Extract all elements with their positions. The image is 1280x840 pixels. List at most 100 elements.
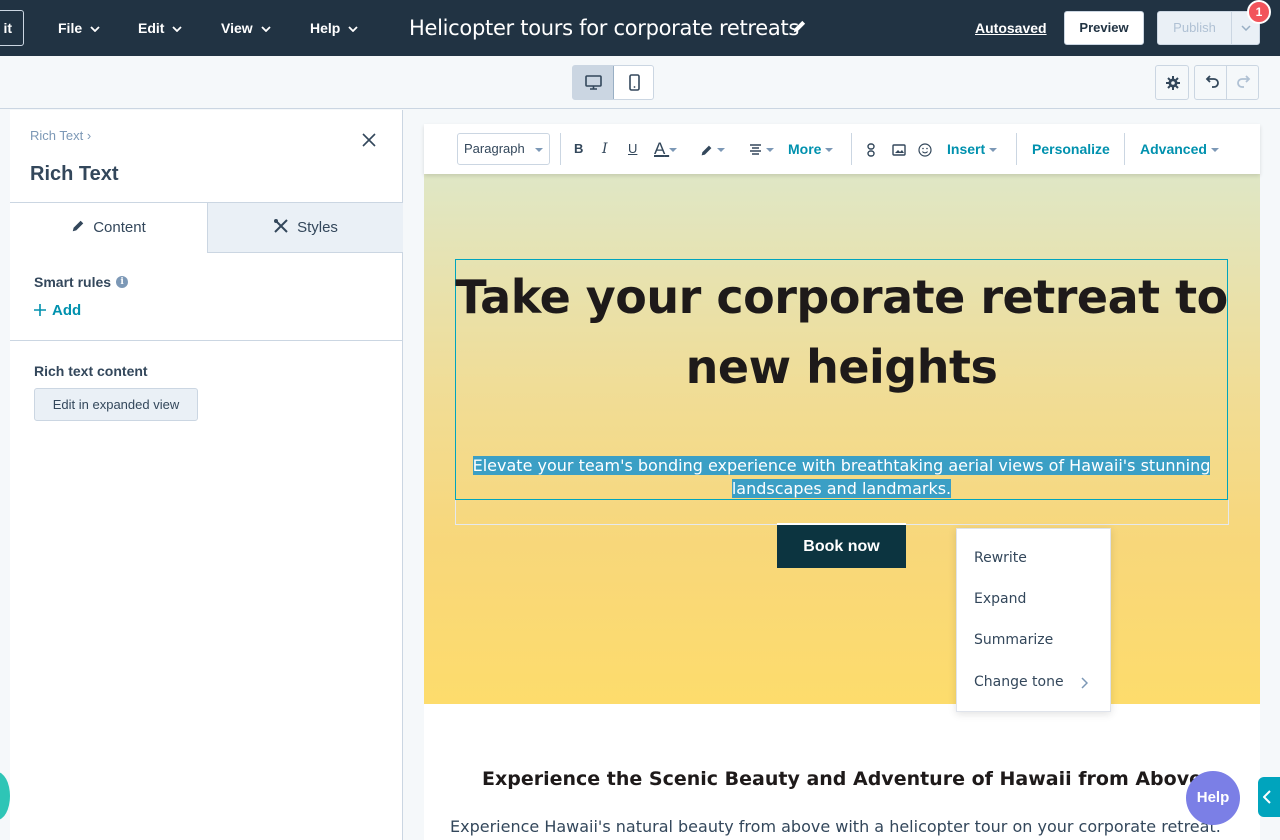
highlighter-icon xyxy=(701,145,712,156)
advanced-label: Advanced xyxy=(1140,141,1207,157)
link-icon xyxy=(867,143,875,157)
menu-item-summarize[interactable]: Summarize xyxy=(974,632,1053,648)
caret-down-icon xyxy=(669,147,678,152)
divider xyxy=(10,340,403,341)
align-center-icon xyxy=(750,144,761,155)
menu-view[interactable]: View xyxy=(221,0,271,56)
module-sidebar: Rich Text › Rich Text Content Styles Sma… xyxy=(10,110,403,840)
help-button[interactable]: Help xyxy=(1186,771,1240,825)
smart-rules-text: Smart rules xyxy=(34,274,112,290)
menu-help-label: Help xyxy=(310,20,341,36)
info-icon[interactable]: i xyxy=(116,276,129,289)
toolbar-separator xyxy=(851,133,852,165)
link-button[interactable] xyxy=(867,124,875,174)
device-view-toggle xyxy=(572,65,654,100)
hero-heading[interactable]: Take your corporate retreat to new heigh… xyxy=(455,262,1228,402)
hero-subheading[interactable]: Elevate your team's bonding experience w… xyxy=(455,454,1228,500)
undo-button[interactable] xyxy=(1194,65,1227,100)
desktop-view-button[interactable] xyxy=(573,66,614,99)
publish-button[interactable]: Publish xyxy=(1157,11,1232,45)
chevron-down-icon xyxy=(261,26,271,33)
editor-subtoolbar xyxy=(0,56,1280,109)
image-icon xyxy=(892,144,906,156)
menu-edit-label: Edit xyxy=(138,20,165,36)
edit-title-pencil-icon[interactable] xyxy=(792,19,807,34)
caret-down-icon xyxy=(765,148,774,153)
settings-button[interactable] xyxy=(1155,65,1189,100)
image-button[interactable] xyxy=(892,124,906,174)
bold-button[interactable]: B xyxy=(574,124,583,174)
preview-button[interactable]: Preview xyxy=(1064,11,1144,45)
document-title[interactable]: Helicopter tours for corporate retreats xyxy=(409,0,799,56)
caret-down-icon xyxy=(716,148,725,153)
caret-down-icon xyxy=(1210,148,1219,153)
autosaved-link[interactable]: Autosaved xyxy=(975,0,1047,56)
mobile-icon xyxy=(629,74,640,91)
rich-text-content-label: Rich text content xyxy=(34,363,148,379)
more-label: More xyxy=(788,141,822,157)
menu-file-label: File xyxy=(58,20,83,36)
caret-down-icon xyxy=(825,148,834,153)
undo-icon xyxy=(1205,75,1219,88)
top-navigation-bar: it File Edit View Help Helicopter tours … xyxy=(0,0,1280,56)
selected-text: Elevate your team's bonding experience w… xyxy=(472,456,1211,498)
menu-item-change-tone[interactable]: Change tone xyxy=(974,674,1064,690)
highlight-button[interactable] xyxy=(700,124,725,174)
gear-icon xyxy=(1166,76,1180,90)
insert-menu[interactable]: Insert xyxy=(947,124,998,174)
redo-button[interactable] xyxy=(1226,65,1259,100)
breadcrumb[interactable]: Rich Text › xyxy=(30,128,91,143)
paragraph-style-value: Paragraph xyxy=(464,141,525,156)
menu-file[interactable]: File xyxy=(58,0,100,56)
pencil-icon xyxy=(72,220,84,232)
toolbar-separator xyxy=(1016,133,1017,165)
paragraph-style-select[interactable]: Paragraph xyxy=(457,133,550,165)
desktop-icon xyxy=(585,75,602,90)
advanced-menu[interactable]: Advanced xyxy=(1140,124,1219,174)
menu-help[interactable]: Help xyxy=(310,0,358,56)
collapse-panel-tab[interactable] xyxy=(1258,777,1280,817)
tab-content[interactable]: Content xyxy=(10,202,207,253)
exit-button[interactable]: it xyxy=(0,10,24,46)
panel-title: Rich Text xyxy=(30,163,119,185)
chevron-down-icon xyxy=(172,26,183,33)
more-menu[interactable]: More xyxy=(788,124,834,174)
toolbar-separator xyxy=(1124,133,1125,165)
menu-item-rewrite[interactable]: Rewrite xyxy=(974,550,1027,566)
module-outline xyxy=(455,500,1229,525)
page-preview: Paragraph B I U A More Insert Personaliz… xyxy=(424,124,1260,840)
menu-edit[interactable]: Edit xyxy=(138,0,183,56)
notification-badge[interactable]: 1 xyxy=(1247,0,1271,24)
section-heading[interactable]: Experience the Scenic Beauty and Adventu… xyxy=(424,768,1260,790)
tab-styles[interactable]: Styles xyxy=(207,202,403,253)
menu-item-expand[interactable]: Expand xyxy=(974,591,1026,607)
align-button[interactable] xyxy=(749,124,774,174)
emoji-button[interactable] xyxy=(918,124,932,174)
sidebar-gutter xyxy=(0,110,10,840)
mobile-view-button[interactable] xyxy=(614,66,654,99)
chevron-down-icon xyxy=(90,26,100,33)
ai-context-menu: Rewrite Expand Summarize Change tone xyxy=(956,528,1111,712)
rich-text-toolbar: Paragraph B I U A More Insert Personaliz… xyxy=(424,124,1260,174)
book-now-button[interactable]: Book now xyxy=(777,523,906,568)
toolbar-separator xyxy=(560,133,561,165)
personalize-button[interactable]: Personalize xyxy=(1032,124,1110,174)
text-color-button[interactable]: A xyxy=(654,124,678,174)
underline-button[interactable]: U xyxy=(628,124,637,174)
italic-button[interactable]: I xyxy=(602,124,608,174)
editor-canvas: Paragraph B I U A More Insert Personaliz… xyxy=(404,110,1280,840)
chevron-left-icon xyxy=(1263,790,1271,804)
menu-view-label: View xyxy=(221,20,253,36)
styles-icon xyxy=(274,219,288,233)
plus-icon xyxy=(34,303,46,316)
caret-down-icon xyxy=(989,148,998,153)
chevron-down-icon xyxy=(348,26,358,33)
edit-expanded-view-button[interactable]: Edit in expanded view xyxy=(34,388,198,421)
close-icon[interactable] xyxy=(362,133,376,147)
redo-icon xyxy=(1237,75,1251,88)
chevron-down-icon xyxy=(1241,25,1251,31)
add-smart-rule-button[interactable]: Add xyxy=(34,302,81,319)
tab-content-label: Content xyxy=(93,219,146,236)
text-color-label: A xyxy=(654,139,665,158)
section-paragraph[interactable]: Experience Hawaii's natural beauty from … xyxy=(450,817,1250,836)
